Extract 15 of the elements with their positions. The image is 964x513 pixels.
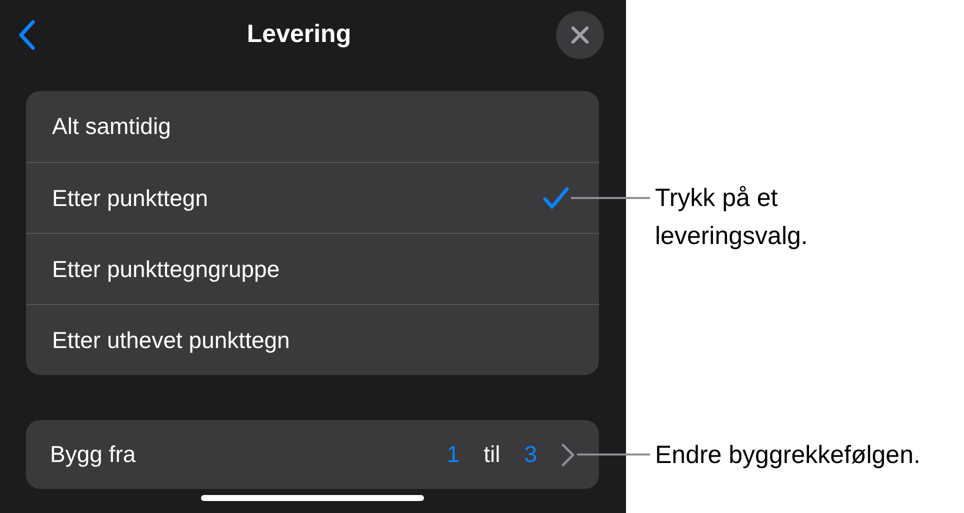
option-item[interactable]: Etter uthevet punkttegn [26,304,599,375]
close-icon[interactable] [570,25,590,45]
option-item[interactable]: Etter punkttegn [26,162,599,233]
callout-text: Endre byggrekkefølgen. [655,440,920,470]
panel-title: Levering [246,19,352,50]
chevron-icon [561,442,575,466]
option-item[interactable]: Etter punkttegngruppe [26,233,599,304]
option-item[interactable]: Alt samtidig [26,91,599,162]
close-button[interactable] [556,11,604,59]
start-number: 1 [446,440,460,470]
build-label: Bygg fra [50,440,136,470]
build-row[interactable]: Bygg fra 1 til 3 [26,420,599,489]
range-word: til [484,440,500,470]
end-number: 3 [524,440,537,470]
callout-text: Trykk på et leveringsvalg. [655,183,809,252]
